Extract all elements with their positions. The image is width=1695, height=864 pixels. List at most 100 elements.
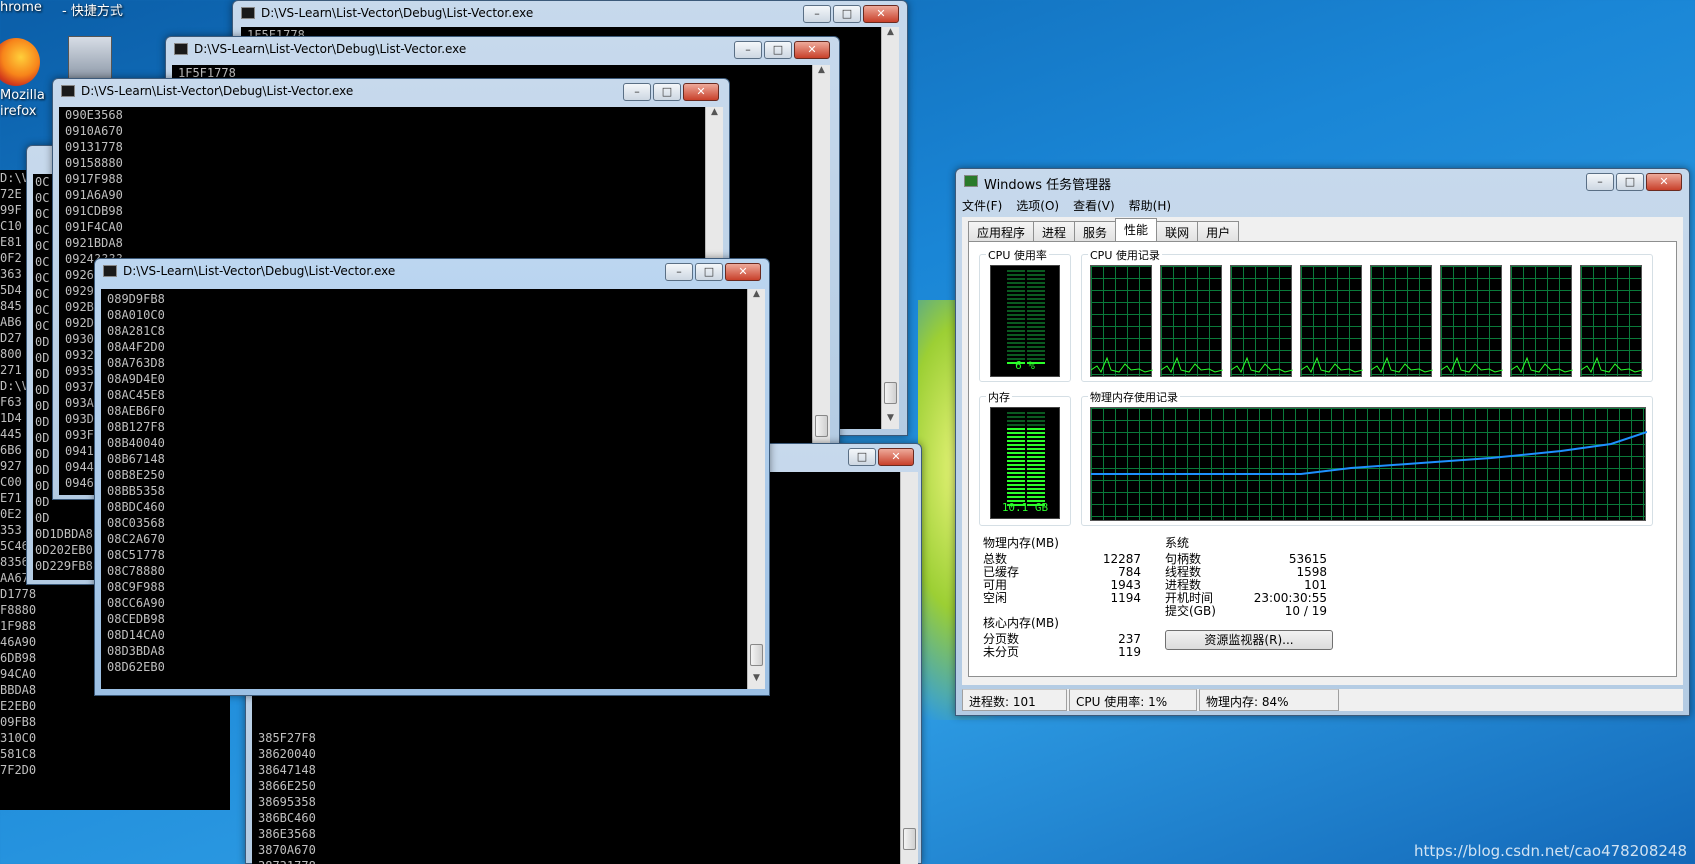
scroll-up-arrow[interactable]: ▲ bbox=[706, 107, 723, 123]
memory-meter: 10.1 GB bbox=[990, 407, 1060, 519]
tab-performance[interactable]: 性能 bbox=[1115, 218, 1158, 243]
desktop-app-icon[interactable] bbox=[68, 36, 112, 80]
menu-file[interactable]: 文件(F) bbox=[962, 197, 1002, 214]
scroll-up-arrow[interactable]: ▲ bbox=[813, 65, 830, 81]
console-line: 08CC6A90 bbox=[107, 596, 165, 610]
titlebar[interactable]: Windows 任务管理器 – □ ✕ bbox=[956, 169, 1689, 195]
window-title: D:\VS-Learn\List-Vector\Debug\List-Vecto… bbox=[194, 42, 467, 56]
watermark: https://blog.csdn.net/cao478208248 bbox=[1414, 842, 1687, 860]
titlebar[interactable]: D:\VS-Learn\List-Vector\Debug\List-Vecto… bbox=[95, 259, 769, 285]
kernel-memory-title: 核心内存(MB) bbox=[983, 616, 1059, 630]
scroll-thumb[interactable] bbox=[815, 415, 828, 437]
console-line: 089D9FB8 bbox=[107, 292, 165, 306]
console-line: 08BDC460 bbox=[107, 500, 165, 514]
console-line: 310C0 bbox=[0, 731, 37, 745]
menu-view[interactable]: 查看(V) bbox=[1073, 197, 1115, 214]
console-line: 3870A670 bbox=[258, 843, 316, 857]
console-line: 08B127F8 bbox=[107, 420, 165, 434]
console-line: 08D62EB0 bbox=[107, 660, 165, 674]
maximize-button[interactable]: □ bbox=[833, 5, 861, 23]
status-processes: 进程数: 101 bbox=[962, 689, 1067, 711]
stat-value: 119 bbox=[1118, 645, 1141, 659]
memory-label: 内存 bbox=[986, 389, 1012, 405]
vertical-scrollbar[interactable]: ▲ ▼ bbox=[747, 289, 765, 689]
physical-memory-title: 物理内存(MB) bbox=[983, 536, 1059, 550]
maximize-button[interactable]: □ bbox=[695, 263, 723, 281]
cpu-core-graph bbox=[1580, 265, 1643, 377]
scroll-thumb[interactable] bbox=[903, 828, 916, 850]
scroll-down-arrow[interactable]: ▼ bbox=[882, 413, 899, 429]
task-manager-icon bbox=[964, 175, 978, 187]
scroll-up-arrow[interactable]: ▲ bbox=[882, 27, 899, 43]
console-line: 08A281C8 bbox=[107, 324, 165, 338]
maximize-button[interactable]: □ bbox=[764, 41, 792, 59]
memory-history-graph bbox=[1090, 407, 1647, 521]
stat-label: 提交(GB) bbox=[1165, 604, 1216, 618]
menu-help[interactable]: 帮助(H) bbox=[1129, 197, 1171, 214]
console-line: 08C51778 bbox=[107, 548, 165, 562]
cpu-usage-value: 6 % bbox=[1015, 359, 1035, 372]
console-line: 386E3568 bbox=[258, 827, 316, 841]
cpu-core-graph bbox=[1160, 265, 1223, 377]
console-line: 08C2A670 bbox=[107, 532, 165, 546]
maximize-button[interactable]: □ bbox=[1616, 173, 1644, 191]
console-line: 38647148 bbox=[258, 763, 316, 777]
scroll-down-arrow[interactable]: ▼ bbox=[748, 673, 765, 689]
minimize-button[interactable]: – bbox=[623, 83, 651, 101]
close-button[interactable]: ✕ bbox=[794, 41, 830, 59]
titlebar[interactable]: D:\VS-Learn\List-Vector\Debug\List-Vecto… bbox=[53, 79, 729, 105]
maximize-button[interactable]: □ bbox=[848, 448, 876, 466]
scroll-thumb[interactable] bbox=[750, 644, 763, 666]
minimize-button[interactable]: – bbox=[803, 5, 831, 23]
close-button[interactable]: ✕ bbox=[878, 448, 914, 466]
scroll-up-arrow[interactable]: ▲ bbox=[748, 289, 765, 305]
desktop-label-firefox: irefox bbox=[0, 104, 37, 119]
resource-monitor-button[interactable]: 资源监视器(R)... bbox=[1165, 630, 1333, 650]
console-line: 38731778 bbox=[258, 858, 900, 864]
vertical-scrollbar[interactable]: ▲ ▼ bbox=[881, 27, 899, 429]
window-title: Windows 任务管理器 bbox=[984, 178, 1112, 193]
close-button[interactable]: ✕ bbox=[683, 83, 719, 101]
console-line: 08A010C0 bbox=[107, 308, 165, 322]
memory-history-label: 物理内存使用记录 bbox=[1088, 389, 1180, 405]
titlebar[interactable]: D:\VS-Learn\List-Vector\Debug\List-Vecto… bbox=[233, 1, 907, 27]
minimize-button[interactable]: – bbox=[734, 41, 762, 59]
firefox-icon[interactable] bbox=[0, 38, 40, 86]
console-line: 38695358 bbox=[258, 795, 316, 809]
console-line: 091A6A90 bbox=[65, 188, 123, 202]
console-line: 091F4CA0 bbox=[65, 220, 123, 234]
status-memory: 物理内存: 84% bbox=[1199, 689, 1339, 711]
console-line: 08AEB6F0 bbox=[107, 404, 165, 418]
console-window-front[interactable]: D:\VS-Learn\List-Vector\Debug\List-Vecto… bbox=[94, 258, 770, 696]
vertical-scrollbar[interactable]: ▲ ▼ bbox=[812, 65, 830, 463]
console-line: 08BB5358 bbox=[107, 484, 165, 498]
vertical-scrollbar[interactable] bbox=[900, 472, 918, 864]
close-button[interactable]: ✕ bbox=[725, 263, 761, 281]
close-button[interactable]: ✕ bbox=[1646, 173, 1682, 191]
menu-options[interactable]: 选项(O) bbox=[1016, 197, 1059, 214]
cpu-history-label: CPU 使用记录 bbox=[1088, 247, 1162, 263]
console-line: 08C9F988 bbox=[107, 580, 165, 594]
task-manager-window[interactable]: Windows 任务管理器 – □ ✕ 文件(F) 选项(O) 查看(V) 帮助… bbox=[955, 168, 1690, 716]
menu-bar: 文件(F) 选项(O) 查看(V) 帮助(H) bbox=[962, 197, 1171, 214]
stat-row: 提交(GB) 10 / 19 bbox=[1165, 605, 1327, 618]
status-cpu: CPU 使用率: 1% bbox=[1069, 689, 1197, 711]
titlebar[interactable]: D:\VS-Learn\List-Vector\Debug\List-Vecto… bbox=[166, 37, 839, 63]
console-output: 089D9FB8 08A010C0 08A281C8 08A4F2D0 08A763D8… bbox=[101, 289, 747, 689]
console-line: 385F27F8 bbox=[258, 731, 316, 745]
cpu-core-graph bbox=[1300, 265, 1363, 377]
console-line: 090E3568 bbox=[65, 108, 123, 122]
window-title: D:\VS-Learn\List-Vector\Debug\List-Vecto… bbox=[123, 264, 396, 278]
maximize-button[interactable]: □ bbox=[653, 83, 681, 101]
cpu-history-box: CPU 使用记录 bbox=[1081, 247, 1653, 382]
stat-value: 10 / 19 bbox=[1284, 604, 1327, 618]
memory-history-box: 物理内存使用记录 bbox=[1081, 389, 1653, 526]
console-line: 38620040 bbox=[258, 747, 316, 761]
window-title: D:\VS-Learn\List-Vector\Debug\List-Vecto… bbox=[261, 6, 534, 20]
minimize-button[interactable]: – bbox=[1586, 173, 1614, 191]
minimize-button[interactable]: – bbox=[665, 263, 693, 281]
console-line: 0917F988 bbox=[65, 172, 123, 186]
scroll-thumb[interactable] bbox=[884, 382, 897, 404]
stat-label: 未分页 bbox=[983, 645, 1020, 659]
close-button[interactable]: ✕ bbox=[863, 5, 899, 23]
